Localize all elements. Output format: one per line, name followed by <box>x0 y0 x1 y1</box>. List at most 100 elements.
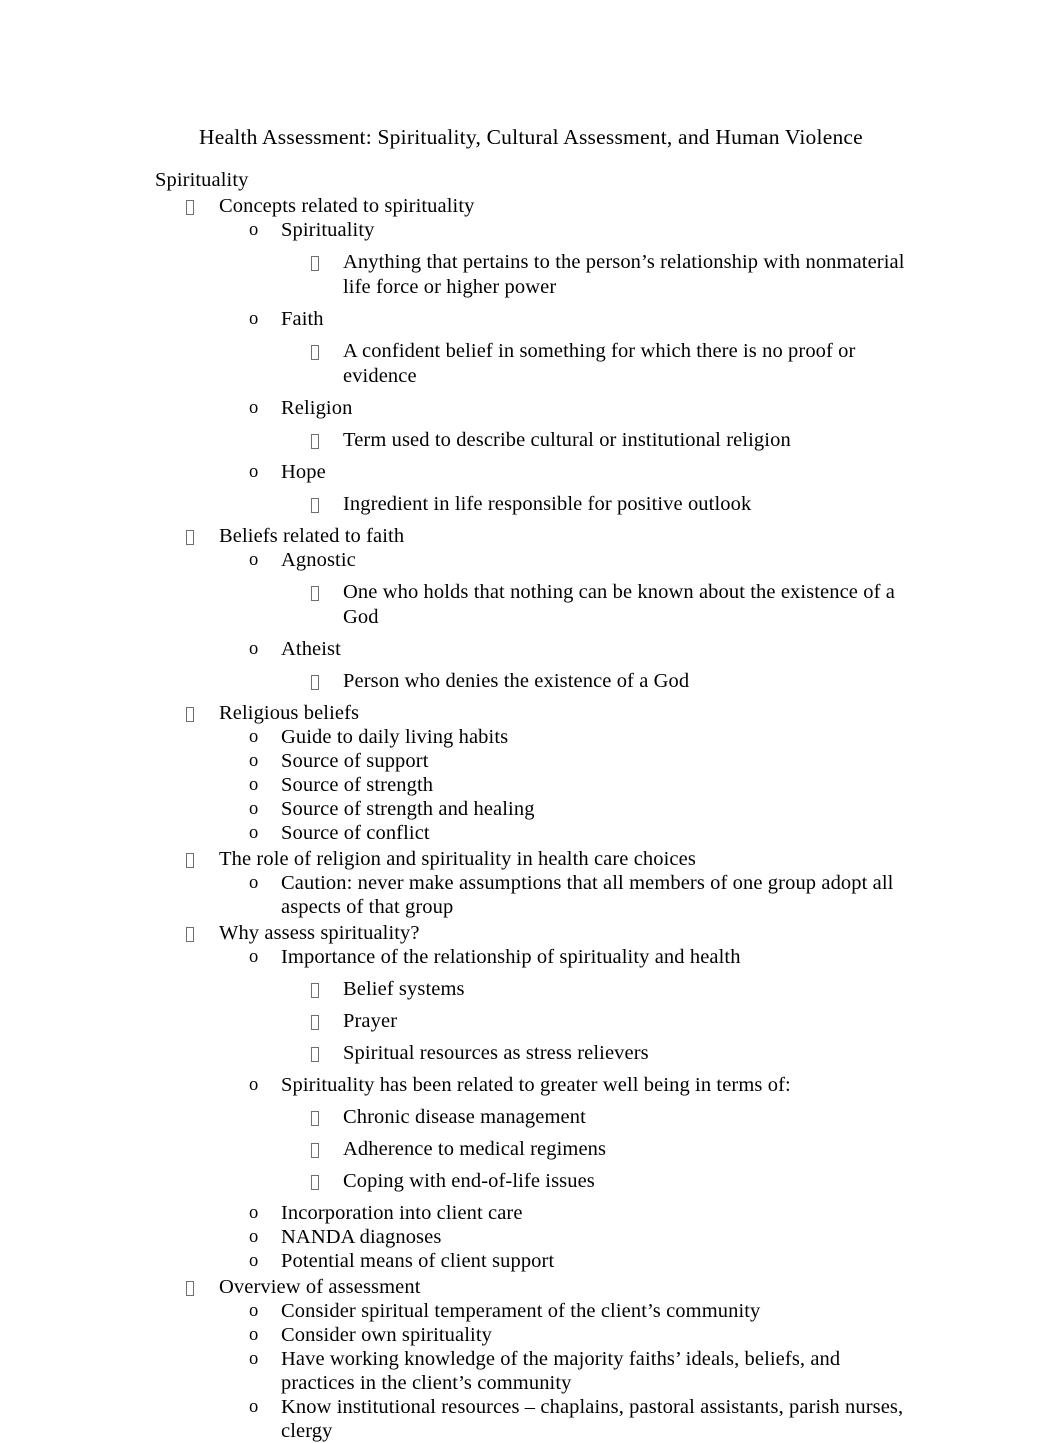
outline-item-label: Religion <box>281 397 353 419</box>
outline-item-list: Concepts related to spirituality o Spiritu… <box>0 194 1062 1443</box>
outline-item-label: Importance of the relationship of spirit… <box>281 946 741 968</box>
list-marker-box-icon <box>311 1169 343 1194</box>
outline-item-level-3: Ingredient in life responsible for posit… <box>0 492 1062 517</box>
outline-item-label: A confident belief in something for whic… <box>343 340 856 387</box>
list-marker-letter-o: o <box>249 1349 259 1369</box>
list-marker-letter-o: o <box>249 639 259 659</box>
outline-item-label: Adherence to medical regimens <box>343 1138 607 1160</box>
missing-glyph-box-icon <box>311 498 319 513</box>
outline-item-label: Source of conflict <box>281 822 430 844</box>
outline-item-label: Concepts related to spirituality <box>219 195 475 217</box>
outline-item-level-2: o Source of support <box>0 749 1062 773</box>
missing-glyph-box-icon <box>186 707 194 722</box>
outline-item-label: Source of support <box>281 750 429 772</box>
list-marker-letter-o: o <box>249 799 259 819</box>
outline-item-label: Faith <box>281 308 324 330</box>
outline-item-level-2: o Source of strength <box>0 773 1062 797</box>
list-marker-letter-o: o <box>249 751 259 771</box>
outline-item-label: Term used to describe cultural or instit… <box>343 429 791 451</box>
list-marker-letter-o: o <box>249 1203 259 1223</box>
outline-item-label: One who holds that nothing can be known … <box>343 581 895 628</box>
outline-item-level-2: o Consider own spirituality <box>0 1323 1062 1347</box>
list-marker-box-icon <box>186 847 219 871</box>
list-marker-letter-o: o <box>249 220 259 240</box>
outline-item-label: Know institutional resources – chaplains… <box>281 1396 904 1442</box>
page-title: Health Assessment: Spirituality, Cultura… <box>199 125 863 149</box>
missing-glyph-box-icon <box>311 1175 319 1190</box>
outline-item-label: Consider own spirituality <box>281 1324 492 1346</box>
outline-item-level-3: Chronic disease management <box>0 1105 1062 1130</box>
outline-root-heading-label: Spirituality <box>155 169 249 191</box>
outline-item-level-3: Coping with end-of-life issues <box>0 1169 1062 1194</box>
outline-item-level-2: o Faith <box>0 307 1062 331</box>
outline-item-level-1: Why assess spirituality? <box>0 921 1062 945</box>
outline-item-level-2: o NANDA diagnoses <box>0 1225 1062 1249</box>
outline-item-label: Coping with end-of-life issues <box>343 1170 595 1192</box>
list-marker-letter-o: o <box>249 462 259 482</box>
outline-item-label: Belief systems <box>343 978 465 1000</box>
outline-item-level-3: Prayer <box>0 1009 1062 1034</box>
outline-item-level-3: Adherence to medical regimens <box>0 1137 1062 1162</box>
outline-item-level-2: o Atheist <box>0 637 1062 661</box>
outline-item-level-1: The role of religion and spirituality in… <box>0 847 1062 871</box>
list-marker-letter-o: o <box>249 727 259 747</box>
outline-item-label: Source of strength <box>281 774 434 796</box>
outline-item-level-1: Religious beliefs <box>0 701 1062 725</box>
outline-item-label: Spiritual resources as stress relievers <box>343 1042 649 1064</box>
outline-item-label: Incorporation into client care <box>281 1202 523 1224</box>
outline-item-label: Caution: never make assumptions that all… <box>281 872 894 918</box>
outline-item-level-3: Spiritual resources as stress relievers <box>0 1041 1062 1066</box>
outline-item-level-3: Person who denies the existence of a God <box>0 669 1062 694</box>
outline-item-label: Chronic disease management <box>343 1106 586 1128</box>
missing-glyph-box-icon <box>311 345 319 360</box>
outline-item-label: Spirituality <box>281 219 375 241</box>
outline-item-label: Religious beliefs <box>219 702 360 724</box>
outline-item-label: Beliefs related to faith <box>219 525 405 547</box>
outline-item-level-2: o Caution: never make assumptions that al… <box>0 871 1062 919</box>
list-marker-box-icon <box>311 1105 343 1130</box>
outline-item-label: Spirituality has been related to greater… <box>281 1074 791 1096</box>
list-marker-letter-o: o <box>249 873 259 893</box>
outline-item-level-2: o Have working knowledge of the majority … <box>0 1347 1062 1395</box>
outline-item-label: Why assess spirituality? <box>219 922 420 944</box>
missing-glyph-box-icon <box>186 853 194 868</box>
list-marker-letter-o: o <box>249 1251 259 1271</box>
outline-item-level-2: o Hope <box>0 460 1062 484</box>
list-marker-box-icon <box>311 1041 343 1066</box>
list-marker-box-icon <box>311 580 343 605</box>
missing-glyph-box-icon <box>311 1015 319 1030</box>
outline-item-label: Hope <box>281 461 326 483</box>
list-marker-letter-o: o <box>249 398 259 418</box>
outline-item-label: Prayer <box>343 1010 398 1032</box>
list-marker-letter-o: o <box>249 1301 259 1321</box>
outline-item-label: Anything that pertains to the person’s r… <box>343 251 905 298</box>
missing-glyph-box-icon <box>311 1143 319 1158</box>
list-marker-box-icon <box>311 492 343 517</box>
missing-glyph-box-icon <box>186 200 194 215</box>
outline-item-level-3: A confident belief in something for whic… <box>0 339 1062 389</box>
list-marker-box-icon <box>311 339 343 364</box>
list-marker-letter-o: o <box>249 775 259 795</box>
outline-item-label: NANDA diagnoses <box>281 1226 442 1248</box>
list-marker-letter-o: o <box>249 550 259 570</box>
outline-item-level-2: o Spirituality has been related to greate… <box>0 1073 1062 1097</box>
list-marker-box-icon <box>311 669 343 694</box>
outline-item-level-2: o Source of strength and healing <box>0 797 1062 821</box>
list-marker-box-icon <box>186 1275 219 1299</box>
list-marker-letter-o: o <box>249 1325 259 1345</box>
outline-item-level-2: o Consider spiritual temperament of the c… <box>0 1299 1062 1323</box>
document-page: Health Assessment: Spirituality, Cultura… <box>0 0 1062 1442</box>
outline-item-level-2: o Incorporation into client care <box>0 1201 1062 1225</box>
outline-item-label: Potential means of client support <box>281 1250 555 1272</box>
outline-item-level-2: o Religion <box>0 396 1062 420</box>
outline-item-level-2: o Source of conflict <box>0 821 1062 845</box>
missing-glyph-box-icon <box>186 927 194 942</box>
missing-glyph-box-icon <box>311 675 319 690</box>
outline-item-level-2: o Spirituality <box>0 218 1062 242</box>
list-marker-letter-o: o <box>249 309 259 329</box>
list-marker-letter-o: o <box>249 823 259 843</box>
outline-item-label: Atheist <box>281 638 341 660</box>
outline-item-label: Source of strength and healing <box>281 798 535 820</box>
outline-item-label: The role of religion and spirituality in… <box>219 848 696 870</box>
outline-body: Spirituality Concepts related to spiritu… <box>0 168 1062 1443</box>
